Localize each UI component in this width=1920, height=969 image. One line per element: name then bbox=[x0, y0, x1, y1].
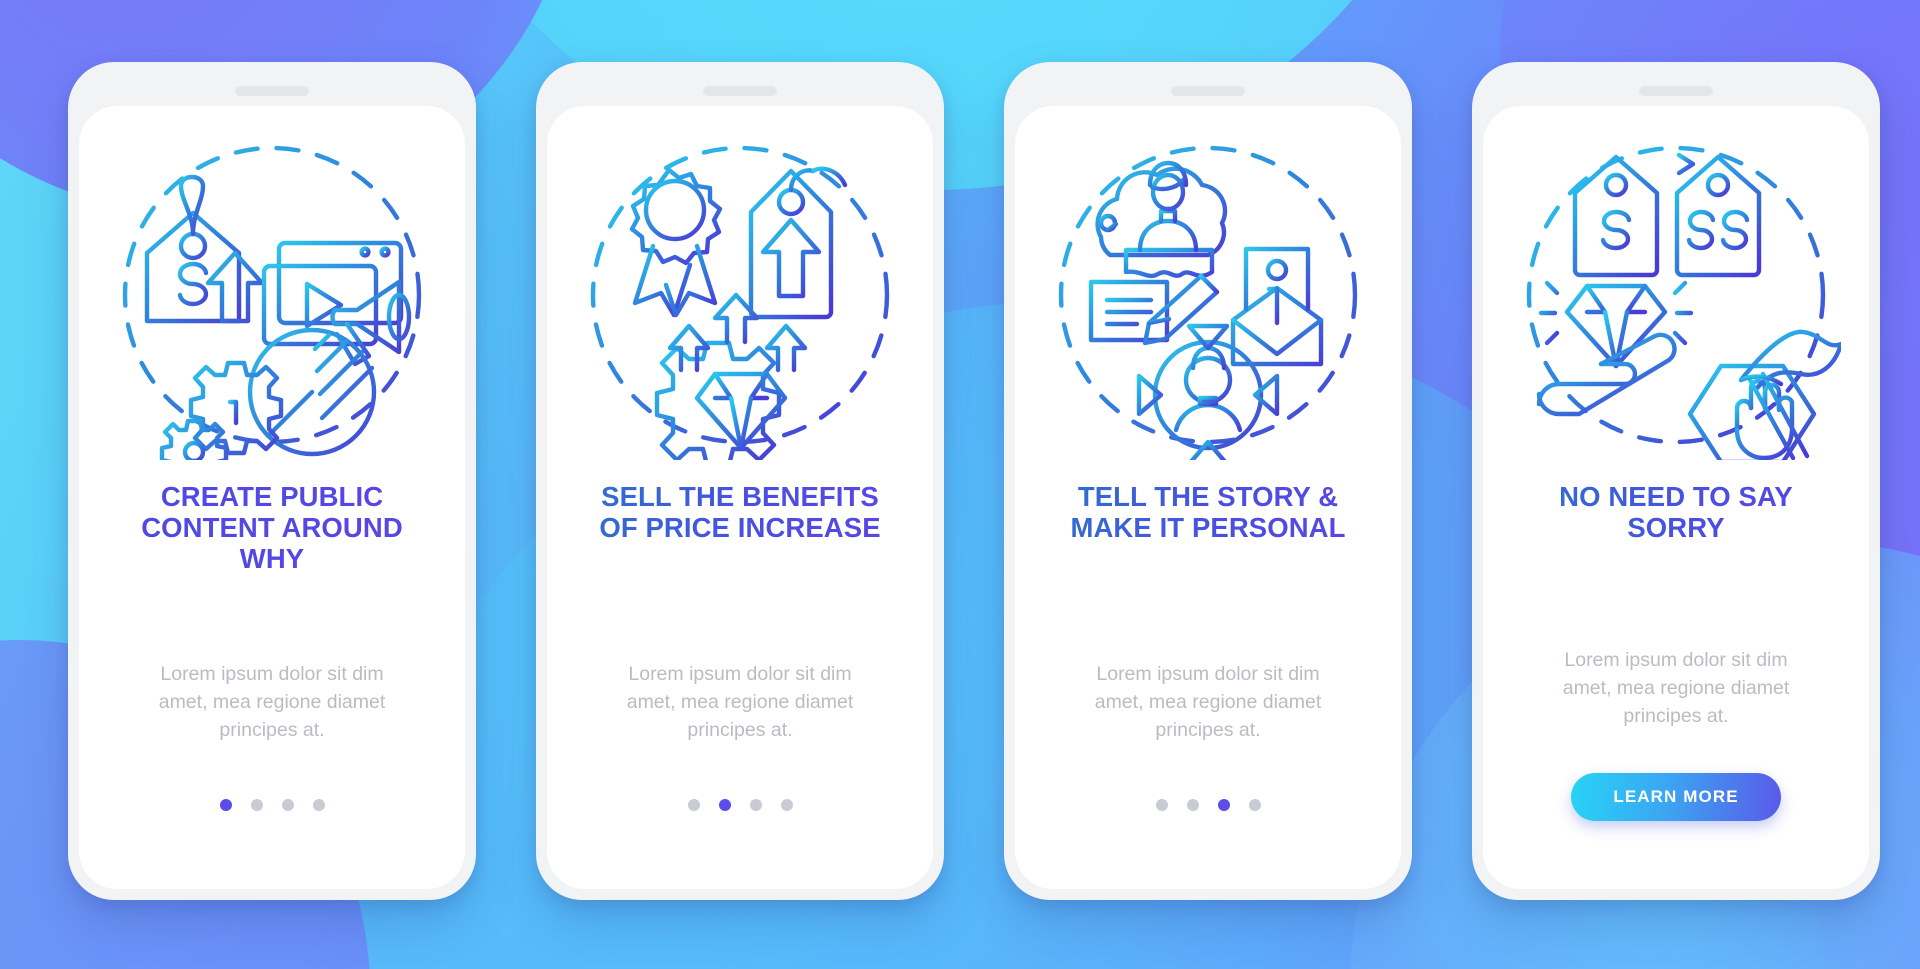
learn-more-button[interactable]: LEARN MORE bbox=[1571, 773, 1781, 821]
phone-speaker-2 bbox=[703, 86, 777, 96]
screen-title-1: CREATE PUBLIC CONTENT AROUND WHY bbox=[122, 481, 422, 574]
phone-mockup-3: TELL THE STORY & MAKE IT PERSONAL Lorem … bbox=[1004, 62, 1412, 900]
screen-title-3: TELL THE STORY & MAKE IT PERSONAL bbox=[1058, 481, 1358, 544]
phone-screen-3: TELL THE STORY & MAKE IT PERSONAL Lorem … bbox=[1015, 106, 1401, 889]
pagination-dot[interactable] bbox=[250, 799, 263, 811]
illustration-tell-the-story bbox=[1043, 130, 1373, 460]
pagination-dot[interactable] bbox=[1217, 799, 1230, 811]
phone-speaker-3 bbox=[1171, 86, 1245, 96]
pagination-dot[interactable] bbox=[718, 799, 731, 811]
phone-mockup-2: SELL THE BENEFITS OF PRICE INCREASE Lore… bbox=[536, 62, 944, 900]
pagination-dots-2 bbox=[687, 799, 793, 811]
pagination-dot[interactable] bbox=[312, 799, 325, 811]
phone-speaker-1 bbox=[235, 86, 309, 96]
pagination-dot[interactable] bbox=[219, 799, 232, 811]
phone-screen-2: SELL THE BENEFITS OF PRICE INCREASE Lore… bbox=[547, 106, 933, 889]
screen-body-1: Lorem ipsum dolor sit dim amet, mea regi… bbox=[158, 663, 386, 742]
screen-body-2: Lorem ipsum dolor sit dim amet, mea regi… bbox=[626, 663, 854, 742]
screen-title-2: SELL THE BENEFITS OF PRICE INCREASE bbox=[590, 481, 890, 544]
pagination-dot[interactable] bbox=[1186, 799, 1199, 811]
pagination-dot[interactable] bbox=[749, 799, 762, 811]
pagination-dot[interactable] bbox=[687, 799, 700, 811]
pagination-dot[interactable] bbox=[1248, 799, 1261, 811]
pagination-dots-1 bbox=[219, 799, 325, 811]
phone-screen-4: NO NEED TO SAY SORRY Lorem ipsum dolor s… bbox=[1483, 106, 1869, 889]
pagination-dot[interactable] bbox=[281, 799, 294, 811]
onboarding-screens: CREATE PUBLIC CONTENT AROUND WHY Lorem i… bbox=[0, 0, 1920, 969]
pagination-dot[interactable] bbox=[780, 799, 793, 811]
phone-mockup-4: NO NEED TO SAY SORRY Lorem ipsum dolor s… bbox=[1472, 62, 1880, 900]
phone-screen-1: CREATE PUBLIC CONTENT AROUND WHY Lorem i… bbox=[79, 106, 465, 889]
illustration-no-need-to-say-sorry bbox=[1511, 130, 1841, 460]
pagination-dot[interactable] bbox=[1155, 799, 1168, 811]
illustration-create-public-content bbox=[107, 130, 437, 460]
pagination-dots-3 bbox=[1155, 799, 1261, 811]
phone-speaker-4 bbox=[1639, 86, 1713, 96]
screen-body-4: Lorem ipsum dolor sit dim amet, mea regi… bbox=[1562, 649, 1790, 728]
illustration-sell-benefits bbox=[575, 130, 905, 460]
screen-body-3: Lorem ipsum dolor sit dim amet, mea regi… bbox=[1094, 663, 1322, 742]
phone-mockup-1: CREATE PUBLIC CONTENT AROUND WHY Lorem i… bbox=[68, 62, 476, 900]
screen-title-4: NO NEED TO SAY SORRY bbox=[1526, 481, 1826, 544]
